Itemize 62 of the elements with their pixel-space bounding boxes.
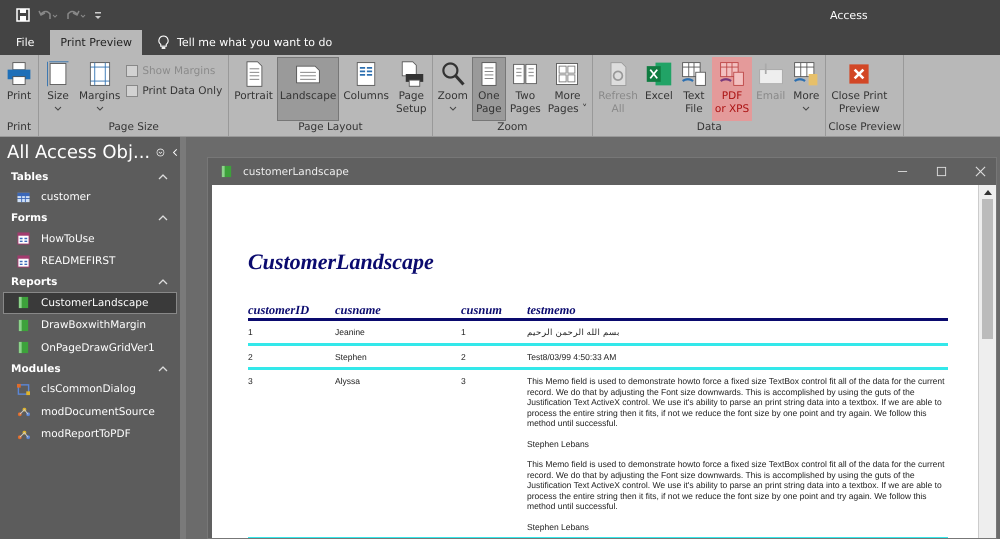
group-label: Close Preview [828, 121, 902, 135]
ribbon-button[interactable]: Columns [340, 57, 392, 121]
ribbon-button[interactable]: Close Print Preview [828, 57, 890, 121]
group-label: Print [6, 121, 32, 135]
memo-text: This Memo field is used to demonstrate howto force a fixed size TextBox control fit all of the data for the current record. We do that by adjusting the Font size downwards. This is accomplished by using the guts of the Justification Text ActiveX control. We use it's ability to parse an print string data into a textbox. If we are able to process the entire string then it fits, if not we reduce the font size by one point and try again. We follow this method until successful. [527, 376, 946, 428]
ribbon-button[interactable]: Print [2, 57, 36, 121]
report-title: CustomerLandscape [248, 249, 435, 275]
column-header: cusname [335, 303, 382, 318]
ribbon-button[interactable]: More Pages ˅ [544, 57, 590, 121]
ribbon-button[interactable]: More [789, 57, 824, 121]
nav-section-header[interactable]: Reports [0, 272, 180, 292]
memo-text: Test8/03/99 4:50:33 AM [527, 352, 618, 362]
ribbon-button[interactable]: Size [41, 57, 75, 121]
group-label: Zoom [496, 121, 529, 135]
group-label: Page Layout [297, 121, 364, 135]
nav-item[interactable]: customer [3, 186, 177, 208]
nav-item[interactable]: DrawBoxwithMargin [3, 314, 177, 336]
table-cell-text: 2 [461, 352, 467, 362]
nav-item[interactable]: clsCommonDialog [3, 378, 177, 400]
ribbon-button[interactable]: PDF or XPS [712, 57, 752, 121]
ribbon-button[interactable]: Margins [76, 57, 124, 121]
nav-section-header[interactable]: Tables [0, 167, 180, 186]
nav-item[interactable]: READMEFIRST [3, 250, 177, 272]
table-cell-text: Alyssa [335, 376, 362, 388]
tell-me-field[interactable]: Tell me what you want to do [154, 30, 336, 55]
table-cell-text: 1 [461, 327, 467, 338]
ribbon-button[interactable]: Landscape [276, 57, 340, 121]
ribbon-button[interactable]: Excel [642, 57, 676, 121]
nav-section-header[interactable]: Modules [0, 359, 180, 378]
ribbon-button[interactable]: Two Pages [506, 57, 544, 121]
table-cell-text: 1 [248, 327, 254, 338]
memo-text: بسم الله الرحمن الرحيم [527, 327, 622, 338]
table-cell-text: 3 [461, 376, 467, 388]
nav-item[interactable]: modReportToPDF [3, 423, 177, 446]
ribbon-button[interactable]: Text File [676, 57, 711, 121]
ribbon-button[interactable]: Page Setup [393, 57, 430, 121]
ribbon-button[interactable]: Zoom [434, 57, 471, 121]
memo-text: Stephen Lebans [527, 438, 590, 449]
ribbon-button[interactable]: One Page [472, 57, 506, 121]
memo-text: Stephen Lebans [527, 522, 590, 532]
column-header: testmemo [527, 303, 577, 318]
table-cell-text: Stephen [335, 352, 368, 362]
nav-section-header[interactable]: Forms [0, 208, 180, 228]
checkbox-option[interactable]: Print Data Only [126, 85, 222, 97]
table-cell-text: Jeanine [335, 327, 366, 338]
table-cell-text: 2 [248, 352, 254, 362]
ribbon-button[interactable]: Portrait [231, 57, 276, 121]
nav-item[interactable]: HowToUse [3, 228, 177, 250]
group-label: Page Size [107, 121, 160, 135]
ribbon-tab[interactable]: Print Preview [50, 30, 142, 55]
nav-item[interactable]: modDocumentSource [3, 400, 177, 423]
nav-item[interactable]: OnPageDrawGridVer1 [3, 336, 177, 359]
group-label: Data [696, 121, 723, 135]
document-title: customerLandscape [243, 166, 349, 178]
column-header: customerID [248, 303, 310, 318]
nav-pane-title[interactable]: All Access Obj... [7, 142, 150, 162]
app-title: Access [830, 8, 868, 22]
memo-text: This Memo field is used to demonstrate howto force a fixed size TextBox control fit all of the data for the current record. We do that by adjusting the Font size downwards. This is accomplished by using the guts of the Justification Text ActiveX control. We use it's ability to parse an print string data into a textbox. If we are able to process the entire string then it fits, if not we reduce the font size by one point and try again. We follow this method until successful. [527, 459, 946, 512]
table-cell-text: 3 [248, 376, 254, 388]
ribbon-tab[interactable]: File [4, 30, 46, 55]
column-header: cusnum [461, 303, 503, 318]
nav-item[interactable]: CustomerLandscape [3, 292, 177, 314]
